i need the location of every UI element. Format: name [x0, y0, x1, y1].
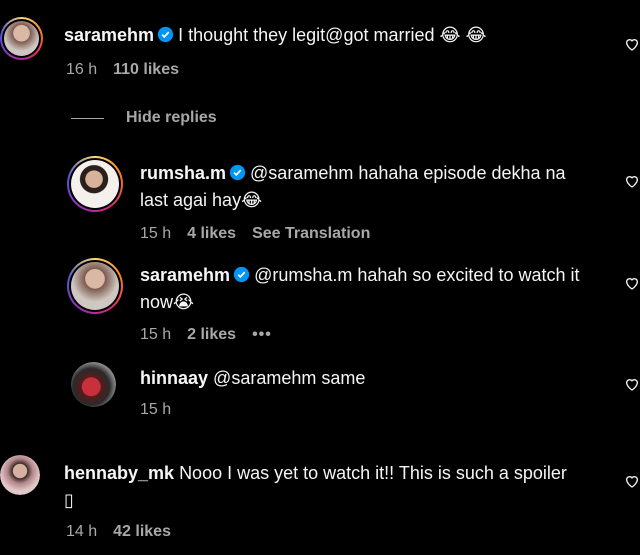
username[interactable]: hinnaay: [140, 368, 208, 388]
comment-text: saramehm I thought they legit@got married…: [64, 25, 487, 45]
divider: [71, 118, 104, 119]
username[interactable]: saramehm: [140, 265, 230, 285]
verified-icon: [233, 266, 250, 283]
comment-meta: 15 h 2 likes •••: [140, 326, 272, 344]
avatar[interactable]: [0, 17, 43, 60]
likes-count[interactable]: 4 likes: [187, 225, 236, 243]
timestamp: 15 h: [140, 326, 172, 343]
reply-text: rumsha.m @saramehm hahaha episode dekha n…: [140, 163, 566, 210]
username[interactable]: hennaby_mk: [64, 463, 174, 483]
timestamp: 14 h: [66, 523, 98, 540]
reply-text: saramehm @rumsha.m hahah so excited to wa…: [140, 265, 580, 312]
verified-icon: [157, 26, 174, 43]
heart-icon[interactable]: [624, 473, 640, 489]
likes-count[interactable]: 2 likes: [187, 326, 236, 344]
hide-replies-button[interactable]: Hide replies: [126, 109, 217, 127]
username[interactable]: saramehm: [64, 25, 154, 45]
likes-count[interactable]: 42 likes: [113, 523, 171, 541]
likes-count[interactable]: 110 likes: [113, 61, 179, 79]
comment-meta: 15 h: [140, 401, 171, 419]
username[interactable]: rumsha.m: [140, 163, 226, 183]
more-options-icon[interactable]: •••: [252, 326, 272, 344]
avatar[interactable]: [71, 362, 116, 407]
verified-icon: [229, 164, 246, 181]
heart-icon[interactable]: [624, 275, 640, 291]
comment-meta: 15 h 4 likes See Translation: [140, 225, 370, 243]
avatar[interactable]: [0, 455, 40, 495]
heart-icon[interactable]: [624, 173, 640, 189]
avatar[interactable]: [67, 156, 123, 212]
heart-icon[interactable]: [624, 376, 640, 392]
comment-meta: 16 h 110 likes: [66, 61, 179, 79]
reply-text: hinnaay @saramehm same: [140, 368, 366, 388]
comment-text: hennaby_mk Nooo I was yet to watch it!! …: [64, 463, 567, 510]
comment-meta: 14 h 42 likes: [66, 523, 171, 541]
see-translation-link[interactable]: See Translation: [252, 225, 370, 243]
timestamp: 15 h: [140, 225, 172, 242]
timestamp: 16 h: [66, 61, 98, 78]
avatar[interactable]: [67, 258, 123, 314]
heart-icon[interactable]: [624, 36, 640, 52]
timestamp: 15 h: [140, 401, 172, 418]
